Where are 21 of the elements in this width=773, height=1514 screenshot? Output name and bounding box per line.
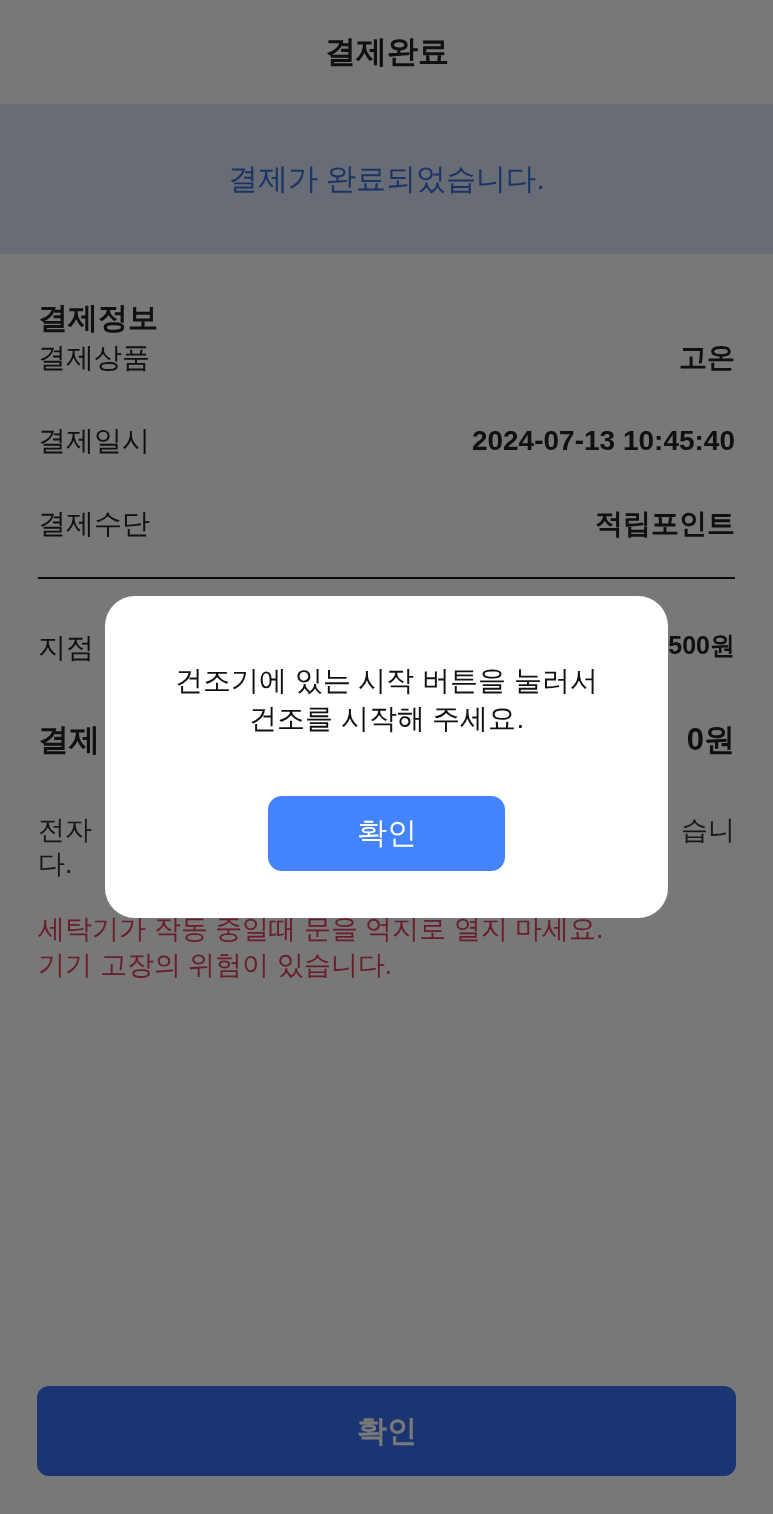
summary-label: 지점 [38,631,94,665]
info-value: 고온 [679,341,735,375]
dialog-message: 건조기에 있는 시작 버튼을 눌러서 건조를 시작해 주세요. [174,664,599,736]
section-heading: 결제정보 [38,300,159,336]
info-label: 결제일시 [38,424,150,458]
info-value: 2024-07-13 10:45:40 [471,424,735,458]
warning-text: 세탁기가 작동 중일때 문을 억지로 열지 마세요. [38,913,605,946]
summary-value: 500원 [668,630,735,661]
notice-text: 전자 [38,814,92,847]
page-title: 결제완료 [324,33,449,71]
info-value: 적립포인트 [595,507,735,541]
summary-label: 결제 [38,721,100,759]
summary-value: 0원 [686,721,735,759]
success-message: 결제가 완료되었습니다. [228,160,545,197]
warning-text: 기기 고장의 위험이 있습니다. [38,949,393,982]
info-label: 결제상품 [38,341,150,375]
notice-text: 습니 [681,814,735,847]
info-label: 결제수단 [38,507,150,541]
notice-text: 다. [38,848,73,881]
dialog-confirm-button[interactable]: 확인 [268,796,505,871]
confirm-button[interactable]: 확인 [37,1386,736,1476]
